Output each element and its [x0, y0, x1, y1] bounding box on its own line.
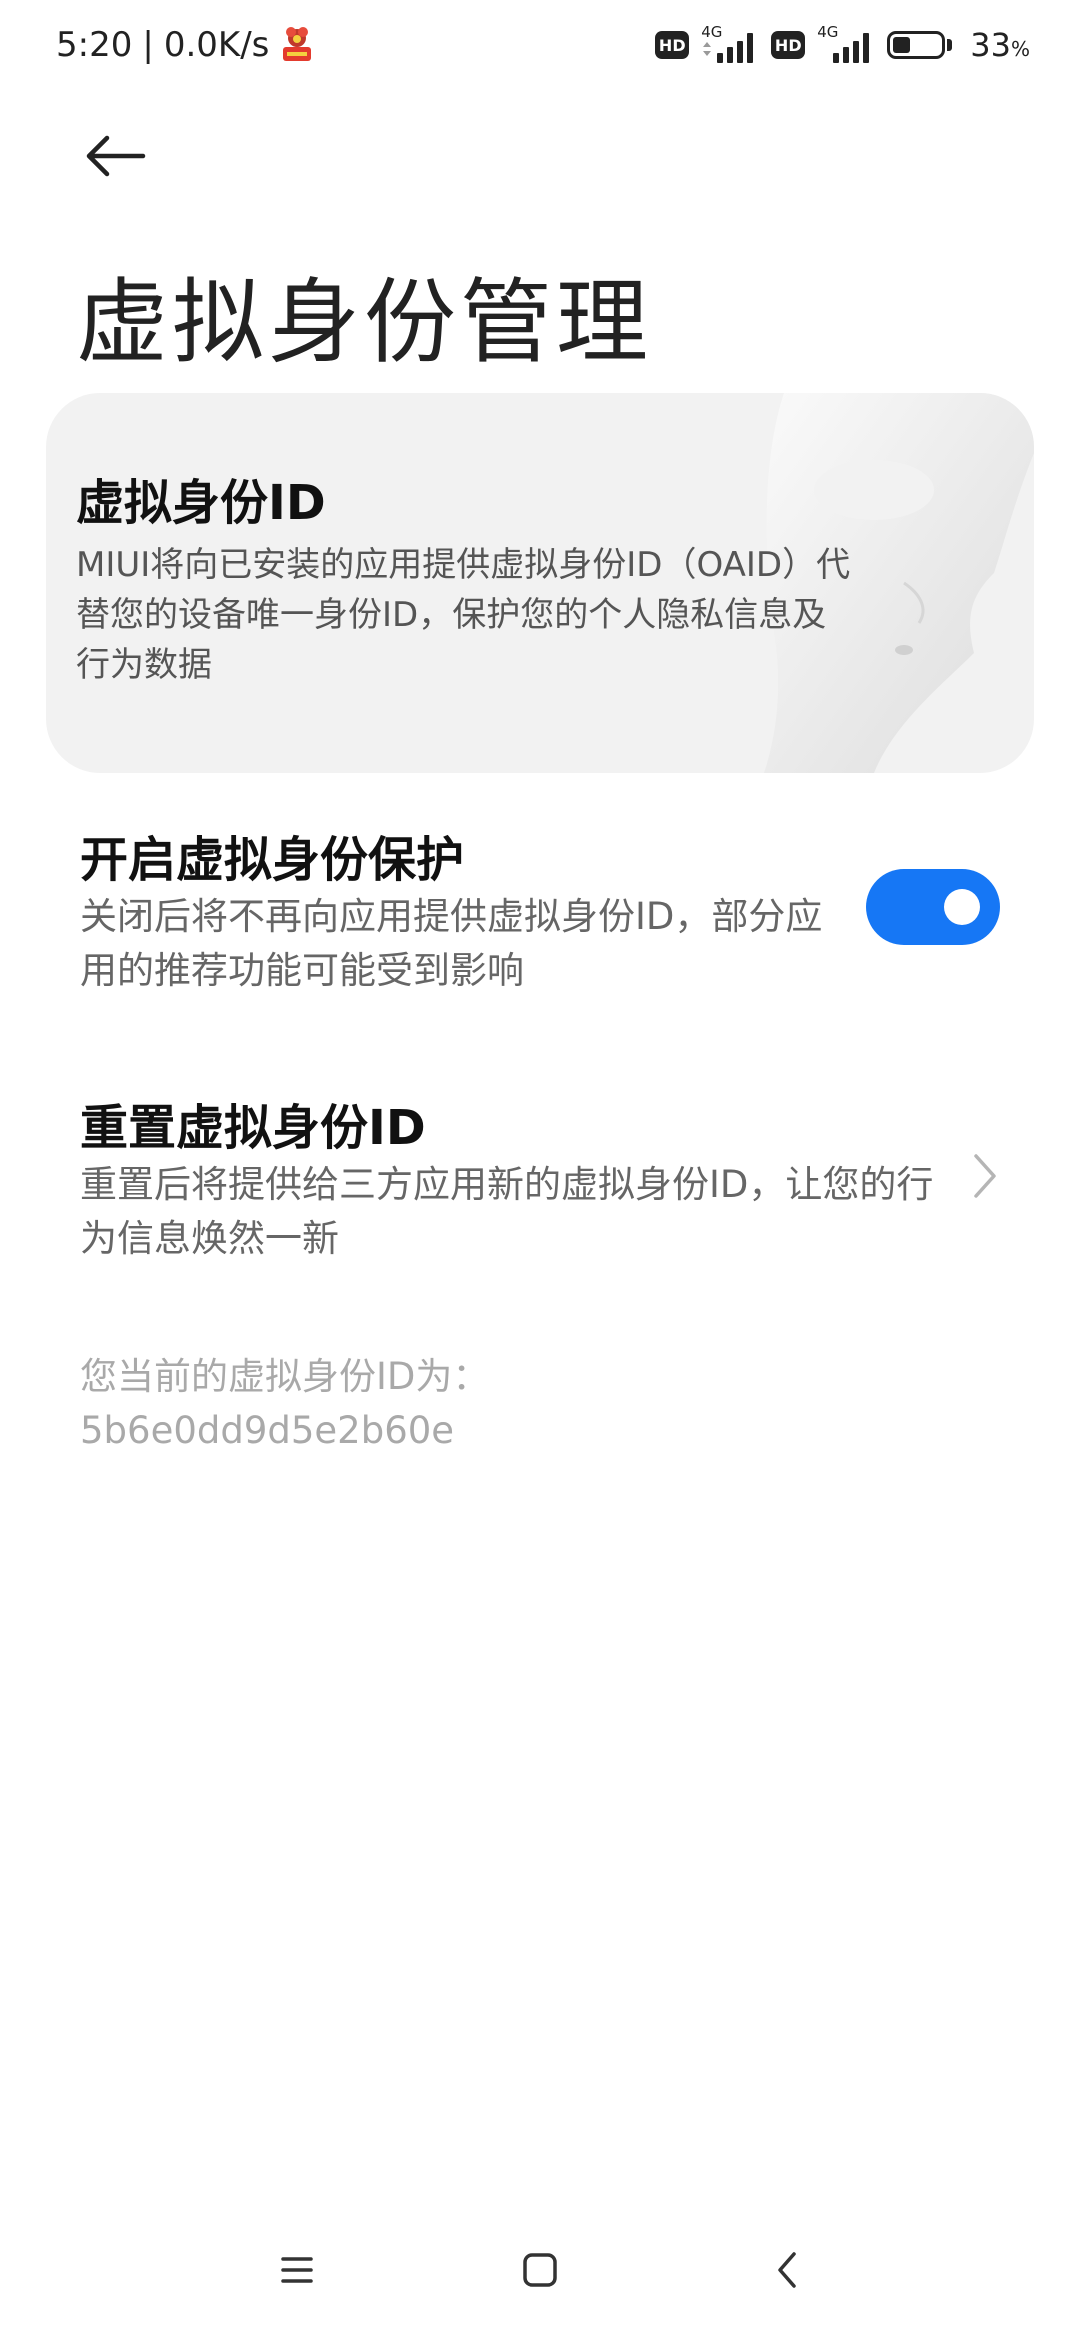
battery-percent-value: 33: [970, 26, 1011, 64]
toggle-knob: [944, 889, 980, 925]
status-left: 5:20 | 0.0K/s: [56, 20, 315, 70]
protection-description: 关闭后将不再向应用提供虚拟身份ID，部分应用的推荐功能可能受到影响: [80, 895, 823, 992]
hd-icon: HD: [655, 31, 690, 59]
chevron-left-icon: [778, 2252, 796, 2288]
net-speed: 0.0K/s: [163, 25, 270, 65]
info-card: 虚拟身份ID MIUI将向已安装的应用提供虚拟身份ID（OAID）代替您的设备唯…: [46, 393, 1034, 773]
navigation-bar: [0, 2230, 1080, 2310]
reset-description: 重置后将提供给三方应用新的虚拟身份ID，让您的行为信息焕然一新: [80, 1163, 934, 1260]
nav-back-button[interactable]: [752, 2240, 822, 2300]
chevron-right-icon: [974, 1154, 996, 1198]
setting-row-reset[interactable]: 重置虚拟身份ID 重置后将提供给三方应用新的虚拟身份ID，让您的行为信息焕然一新: [0, 1088, 1080, 1278]
setting-row-protection[interactable]: 开启虚拟身份保护 关闭后将不再向应用提供虚拟身份ID，部分应用的推荐功能可能受到…: [0, 820, 1080, 1000]
current-id-value: 5b6e0dd9d5e2b60e: [80, 1409, 455, 1452]
current-id: 您当前的虚拟身份ID为： 5b6e0dd9d5e2b60e: [80, 1350, 489, 1458]
status-right: HD 4G HD 4G 33%: [655, 22, 1030, 68]
battery-tip: [947, 39, 953, 51]
app-notification-icon: [279, 25, 315, 65]
card-description: MIUI将向已安装的应用提供虚拟身份ID（OAID）代替您的设备唯一身份ID，保…: [76, 545, 851, 685]
nav-menu-button[interactable]: [262, 2240, 332, 2300]
card-title: 虚拟身份ID: [76, 475, 326, 531]
battery-fill: [893, 37, 911, 53]
hd-icon-2: HD: [771, 31, 806, 59]
protection-toggle[interactable]: [866, 869, 1000, 945]
status-separator: |: [142, 25, 154, 65]
current-id-label: 您当前的虚拟身份ID为：: [80, 1355, 490, 1398]
nav-home-button[interactable]: [505, 2240, 575, 2300]
battery-percent-unit: %: [1010, 37, 1030, 61]
menu-icon: [281, 2257, 313, 2283]
reset-title: 重置虚拟身份ID: [80, 1100, 426, 1156]
back-button[interactable]: [70, 120, 160, 192]
home-square-icon: [523, 2253, 557, 2287]
signal-icon-2: 4G: [815, 23, 877, 65]
page-title: 虚拟身份管理: [76, 269, 653, 376]
protection-title: 开启虚拟身份保护: [80, 832, 465, 888]
battery-body: [887, 31, 946, 59]
arrow-left-icon: [86, 135, 146, 177]
battery-icon: [887, 31, 953, 59]
status-bar: 5:20 | 0.0K/s HD 4G HD 4G 33%: [0, 0, 1080, 90]
battery-percent: 33%: [970, 26, 1030, 64]
signal-icon: 4G: [699, 23, 761, 65]
status-time: 5:20: [56, 25, 133, 65]
